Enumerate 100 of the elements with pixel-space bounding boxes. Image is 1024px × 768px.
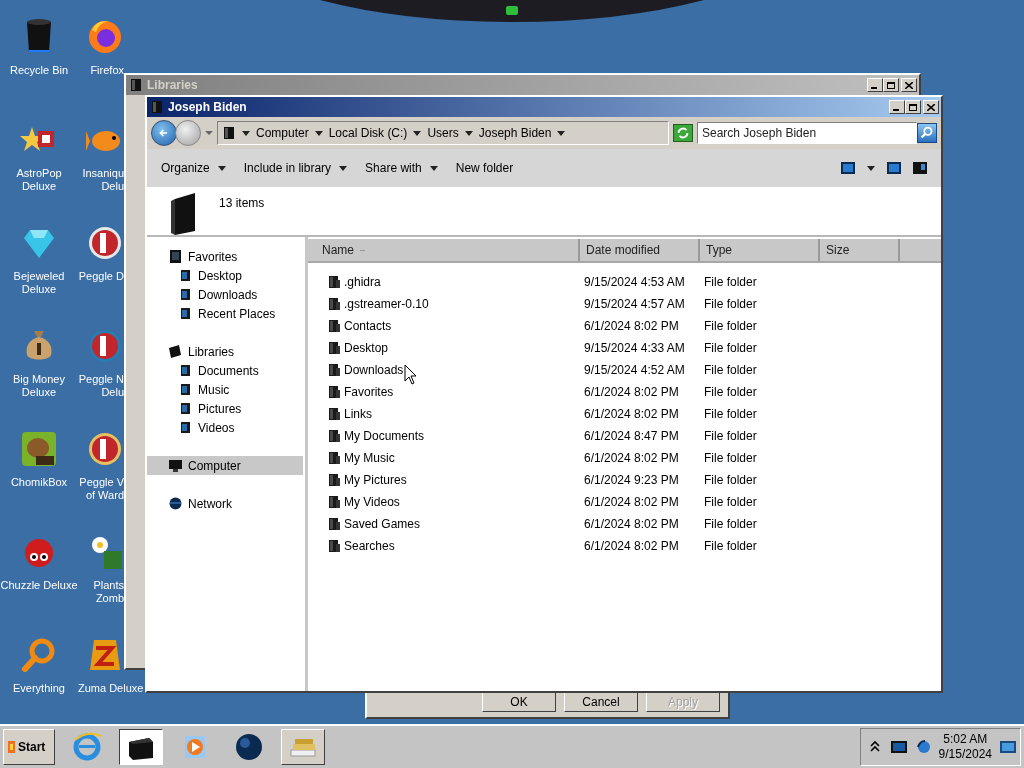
caret-icon[interactable] <box>464 130 473 136</box>
maximize-icon[interactable] <box>909 103 917 111</box>
file-name: Downloads <box>344 363 404 377</box>
monitor-icon[interactable] <box>890 740 907 754</box>
view-icon[interactable] <box>841 162 855 174</box>
nav-item[interactable]: Videos <box>147 418 305 437</box>
column-header[interactable]: Type <box>700 239 820 261</box>
fox-globe-icon[interactable] <box>86 18 124 56</box>
toolbar-button[interactable]: Share with <box>359 157 444 179</box>
icon-label: ChomikBox <box>10 476 68 489</box>
dialog-button[interactable]: OK <box>482 692 556 712</box>
icon-label: Peggle N Delu <box>78 373 124 399</box>
nav-item[interactable]: Libraries <box>147 342 305 361</box>
nav-item[interactable]: Desktop <box>147 266 305 285</box>
close-icon[interactable] <box>927 103 935 111</box>
search-button[interactable] <box>917 123 937 143</box>
file-type: File folder <box>704 363 757 377</box>
date-modified: 6/1/2024 8:02 PM <box>584 451 679 465</box>
caret-icon[interactable] <box>242 130 250 136</box>
icon-label: Everything <box>13 682 65 695</box>
file-type: File folder <box>704 385 757 399</box>
nav-item[interactable]: Pictures <box>147 399 305 418</box>
date-modified: 6/1/2024 8:02 PM <box>584 517 679 531</box>
start-logo-icon[interactable] <box>8 741 15 753</box>
cursor-icon <box>404 364 418 386</box>
icon-label: Big Money Deluxe <box>13 373 65 399</box>
window-icon <box>150 100 164 114</box>
clock-date: 9/15/2024 <box>938 747 992 762</box>
caret-icon[interactable] <box>557 130 566 136</box>
file-type: File folder <box>704 429 757 443</box>
file-type: File folder <box>704 407 757 421</box>
breadcrumb-item: Computer <box>256 126 309 140</box>
nav-item[interactable]: Documents <box>147 361 305 380</box>
window-title: Libraries <box>147 78 199 92</box>
date-modified: 9/15/2024 4:53 AM <box>584 275 685 289</box>
ball-icon[interactable] <box>86 224 124 262</box>
nav-item[interactable]: Downloads <box>147 285 305 304</box>
caret-icon[interactable] <box>867 165 875 171</box>
address-bar[interactable]: Computer Local Disk (C:) Users Joseph Biden <box>217 121 669 145</box>
date-modified: 6/1/2024 8:02 PM <box>584 539 679 553</box>
file-type: File folder <box>704 451 757 465</box>
caret-icon[interactable] <box>429 165 438 171</box>
forward-button[interactable] <box>175 120 201 146</box>
date-modified: 6/1/2024 8:47 PM <box>584 429 679 443</box>
preview-pane-icon[interactable] <box>887 162 901 174</box>
caret-icon[interactable] <box>314 130 323 136</box>
file-type: File folder <box>704 341 757 355</box>
icon-label: Plants Zomb <box>93 579 124 605</box>
icon-label: Insaniqu Delu <box>82 167 124 193</box>
file-type: File folder <box>704 319 757 333</box>
caret-icon[interactable] <box>217 165 226 171</box>
toolbar-button[interactable]: Include in library <box>237 157 354 179</box>
caret-icon[interactable] <box>339 165 348 171</box>
sort-indicator <box>360 249 365 251</box>
search-field[interactable]: Search Joseph Biden <box>697 122 917 144</box>
date-modified: 9/15/2024 4:52 AM <box>584 363 685 377</box>
toolbar-button[interactable]: Organize <box>155 157 232 179</box>
nav-item[interactable]: Favorites <box>147 247 305 266</box>
show-desktop-icon[interactable] <box>1000 740 1016 754</box>
file-type: File folder <box>704 275 757 289</box>
back-button[interactable] <box>151 120 177 146</box>
date-modified: 6/1/2024 8:02 PM <box>584 407 679 421</box>
nav-item[interactable]: Recent Places <box>147 304 305 323</box>
window-title: Joseph Biden <box>168 100 248 114</box>
icon-label: Zuma Deluxe <box>78 682 144 695</box>
monitor-icon[interactable] <box>169 459 182 472</box>
ball-icon[interactable] <box>86 327 124 365</box>
ball-icon[interactable] <box>86 430 124 468</box>
dialog-button[interactable]: Cancel <box>564 692 638 712</box>
icon-label: AstroPop Deluxe <box>16 167 62 193</box>
icon-label: Peggle D <box>78 270 124 283</box>
caret-icon[interactable] <box>413 130 422 136</box>
nav-item[interactable]: Computer <box>147 456 303 475</box>
taskbar-button[interactable] <box>119 729 163 765</box>
file-name: Links <box>344 407 372 421</box>
file-name: Desktop <box>344 341 389 355</box>
column-header[interactable]: Date modified <box>580 239 700 261</box>
refresh-button[interactable] <box>673 124 693 142</box>
minimize-button[interactable] <box>889 100 905 114</box>
start-button[interactable]: Start <box>3 729 55 765</box>
date-modified: 6/1/2024 8:02 PM <box>584 385 679 399</box>
toolbar-button[interactable]: New folder <box>449 157 520 179</box>
icon-label: Peggle V of Ward <box>79 476 124 502</box>
file-type: File folder <box>704 517 757 531</box>
file-name: My Music <box>344 451 395 465</box>
file-name: My Videos <box>344 495 400 509</box>
globe-icon[interactable] <box>169 497 182 510</box>
file-name: .ghidra <box>344 275 381 289</box>
breadcrumb-item: Users <box>427 126 459 140</box>
animal-box-icon[interactable] <box>20 430 58 468</box>
file-type: File folder <box>704 495 757 509</box>
maximize-button[interactable] <box>905 100 921 114</box>
nav-item[interactable]: Music <box>147 380 305 399</box>
icon-label: Firefox <box>90 64 124 77</box>
file-type: File folder <box>704 297 757 311</box>
column-header[interactable]: Name <box>308 239 580 261</box>
file-name: Saved Games <box>344 517 421 531</box>
nav-item[interactable]: Network <box>147 494 305 513</box>
column-header[interactable]: Size <box>820 239 900 261</box>
close-button[interactable] <box>923 100 939 114</box>
